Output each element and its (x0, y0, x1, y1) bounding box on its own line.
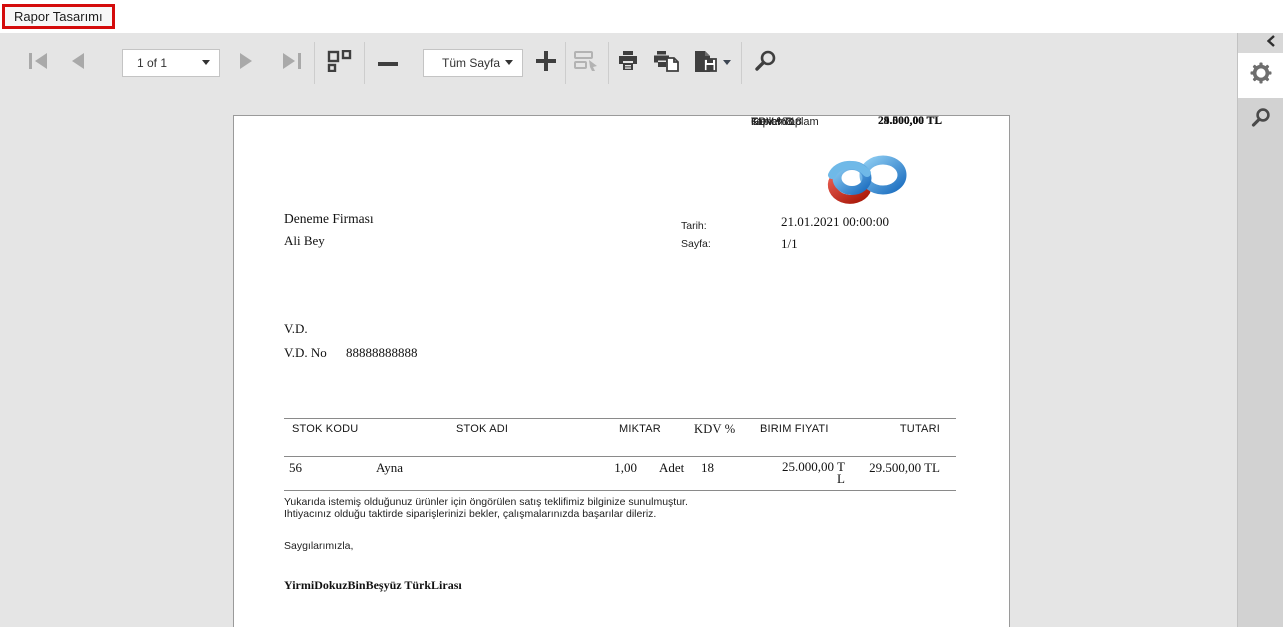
zoom-out-icon (377, 55, 399, 70)
toolbar-separator (608, 42, 609, 84)
toolbar-separator (565, 42, 566, 84)
column-header-miktar: MIKTAR (619, 423, 661, 435)
tab-bar: Rapor Tasarımı (0, 0, 1283, 33)
previous-page-button[interactable] (68, 52, 86, 73)
column-header-birim-fiyati: BIRIM FIYATI (760, 423, 829, 435)
total-value: 29.500,00 TL (878, 115, 942, 127)
vd-no-value: 88888888888 (346, 345, 418, 361)
unit-price-line1: 25.000,00 T (782, 459, 845, 474)
date-label: Tarih: (681, 220, 707, 232)
selection-tool-button[interactable] (574, 50, 600, 75)
cell-stok-adi: Ayna (376, 460, 403, 476)
amount-in-words: YirmiDokuzBinBeşyüz TürkLirası (284, 578, 462, 593)
table-top-rule (284, 418, 956, 419)
chevron-down-icon (505, 60, 513, 65)
next-page-button[interactable] (238, 52, 256, 73)
table-bottom-rule (284, 490, 956, 491)
company-logo (822, 149, 914, 214)
zoom-in-button[interactable] (535, 50, 557, 75)
page-thumbnails-icon (327, 50, 352, 75)
last-page-icon (280, 52, 304, 73)
chevron-down-icon (723, 60, 731, 65)
vd-no-label: V.D. No (284, 345, 327, 361)
print-page-icon (653, 50, 679, 75)
cell-stok-kodu: 56 (289, 460, 302, 476)
export-button[interactable] (693, 50, 731, 76)
search-button[interactable] (754, 49, 778, 76)
regards-text: Saygılarımızla, (284, 540, 353, 552)
offer-note-line2: Ihtiyacınız olduğu taktirde siparişlerin… (284, 508, 656, 520)
selection-tool-icon (574, 50, 600, 75)
previous-page-icon (68, 52, 86, 73)
zoom-level-value: Tüm Sayfa (442, 56, 500, 70)
page-thumbnails-button[interactable] (327, 50, 352, 75)
page-count-value: 1/1 (781, 236, 798, 252)
date-value: 21.01.2021 00:00:00 (781, 214, 889, 230)
first-page-button[interactable] (26, 52, 50, 73)
report-viewer-window: Rapor Tasarımı 1 of 1 (0, 0, 1283, 627)
report-page: Deneme Firması Ali Bey Tarih: 21.01.2021… (233, 115, 1010, 627)
print-button[interactable] (617, 50, 639, 75)
print-page-button[interactable] (653, 50, 679, 75)
viewer-area: 1 of 1 (0, 33, 1237, 627)
unit-price-line2: L (837, 471, 845, 486)
print-icon (617, 50, 639, 75)
page-number-select[interactable]: 1 of 1 (122, 49, 220, 77)
search-icon (1250, 107, 1272, 134)
zoom-in-icon (535, 50, 557, 75)
column-header-stok-adi: STOK ADI (456, 423, 508, 435)
total-row-genel-toplam: Genel Toplam 29.500,00 TL (751, 116, 942, 130)
table-row-top-rule (284, 456, 956, 457)
page-count-label: Sayfa: (681, 238, 711, 250)
cell-tutari: 29.500,00 TL (869, 460, 940, 476)
column-header-kdv: KDV % (694, 422, 735, 437)
toolbar-separator (741, 42, 742, 84)
offer-note-line1: Yukarıda istemiş olduğunuz ürünler için … (284, 496, 688, 508)
chevron-left-icon (1267, 34, 1275, 52)
chevron-down-icon (202, 60, 210, 65)
cell-birim: Adet (659, 460, 684, 476)
cell-kdv: 18 (701, 460, 714, 476)
collapse-panel-button[interactable] (1238, 33, 1283, 53)
toolbar-separator (314, 42, 315, 84)
tab-label: Rapor Tasarımı (14, 9, 103, 24)
contact-name: Ali Bey (284, 233, 325, 249)
column-header-stok-kodu: STOK KODU (292, 423, 358, 435)
search-tab[interactable] (1238, 98, 1283, 143)
next-page-icon (238, 52, 256, 73)
first-page-icon (26, 52, 50, 73)
gear-icon (1250, 62, 1272, 89)
last-page-button[interactable] (280, 52, 304, 73)
cell-birim-fiyati: 25.000,00 T L (782, 461, 845, 485)
search-icon (754, 49, 778, 76)
cell-miktar: 1,00 (614, 460, 637, 476)
zoom-level-select[interactable]: Tüm Sayfa (423, 49, 523, 77)
tab-rapor-tasarimi[interactable]: Rapor Tasarımı (2, 4, 115, 29)
page-number-value: 1 of 1 (137, 56, 167, 70)
export-icon (693, 50, 719, 76)
toolbar-separator (364, 42, 365, 84)
zoom-out-button[interactable] (377, 55, 399, 70)
right-sidebar (1237, 33, 1283, 627)
column-header-tutari: TUTARI (900, 423, 940, 435)
settings-tab[interactable] (1238, 53, 1283, 98)
total-label: Genel Toplam (751, 116, 819, 128)
company-name: Deneme Firması (284, 211, 374, 227)
offer-note: Yukarıda istemiş olduğunuz ürünler için … (284, 497, 754, 520)
vd-label: V.D. (284, 321, 308, 337)
toolbar: 1 of 1 (0, 33, 1237, 92)
